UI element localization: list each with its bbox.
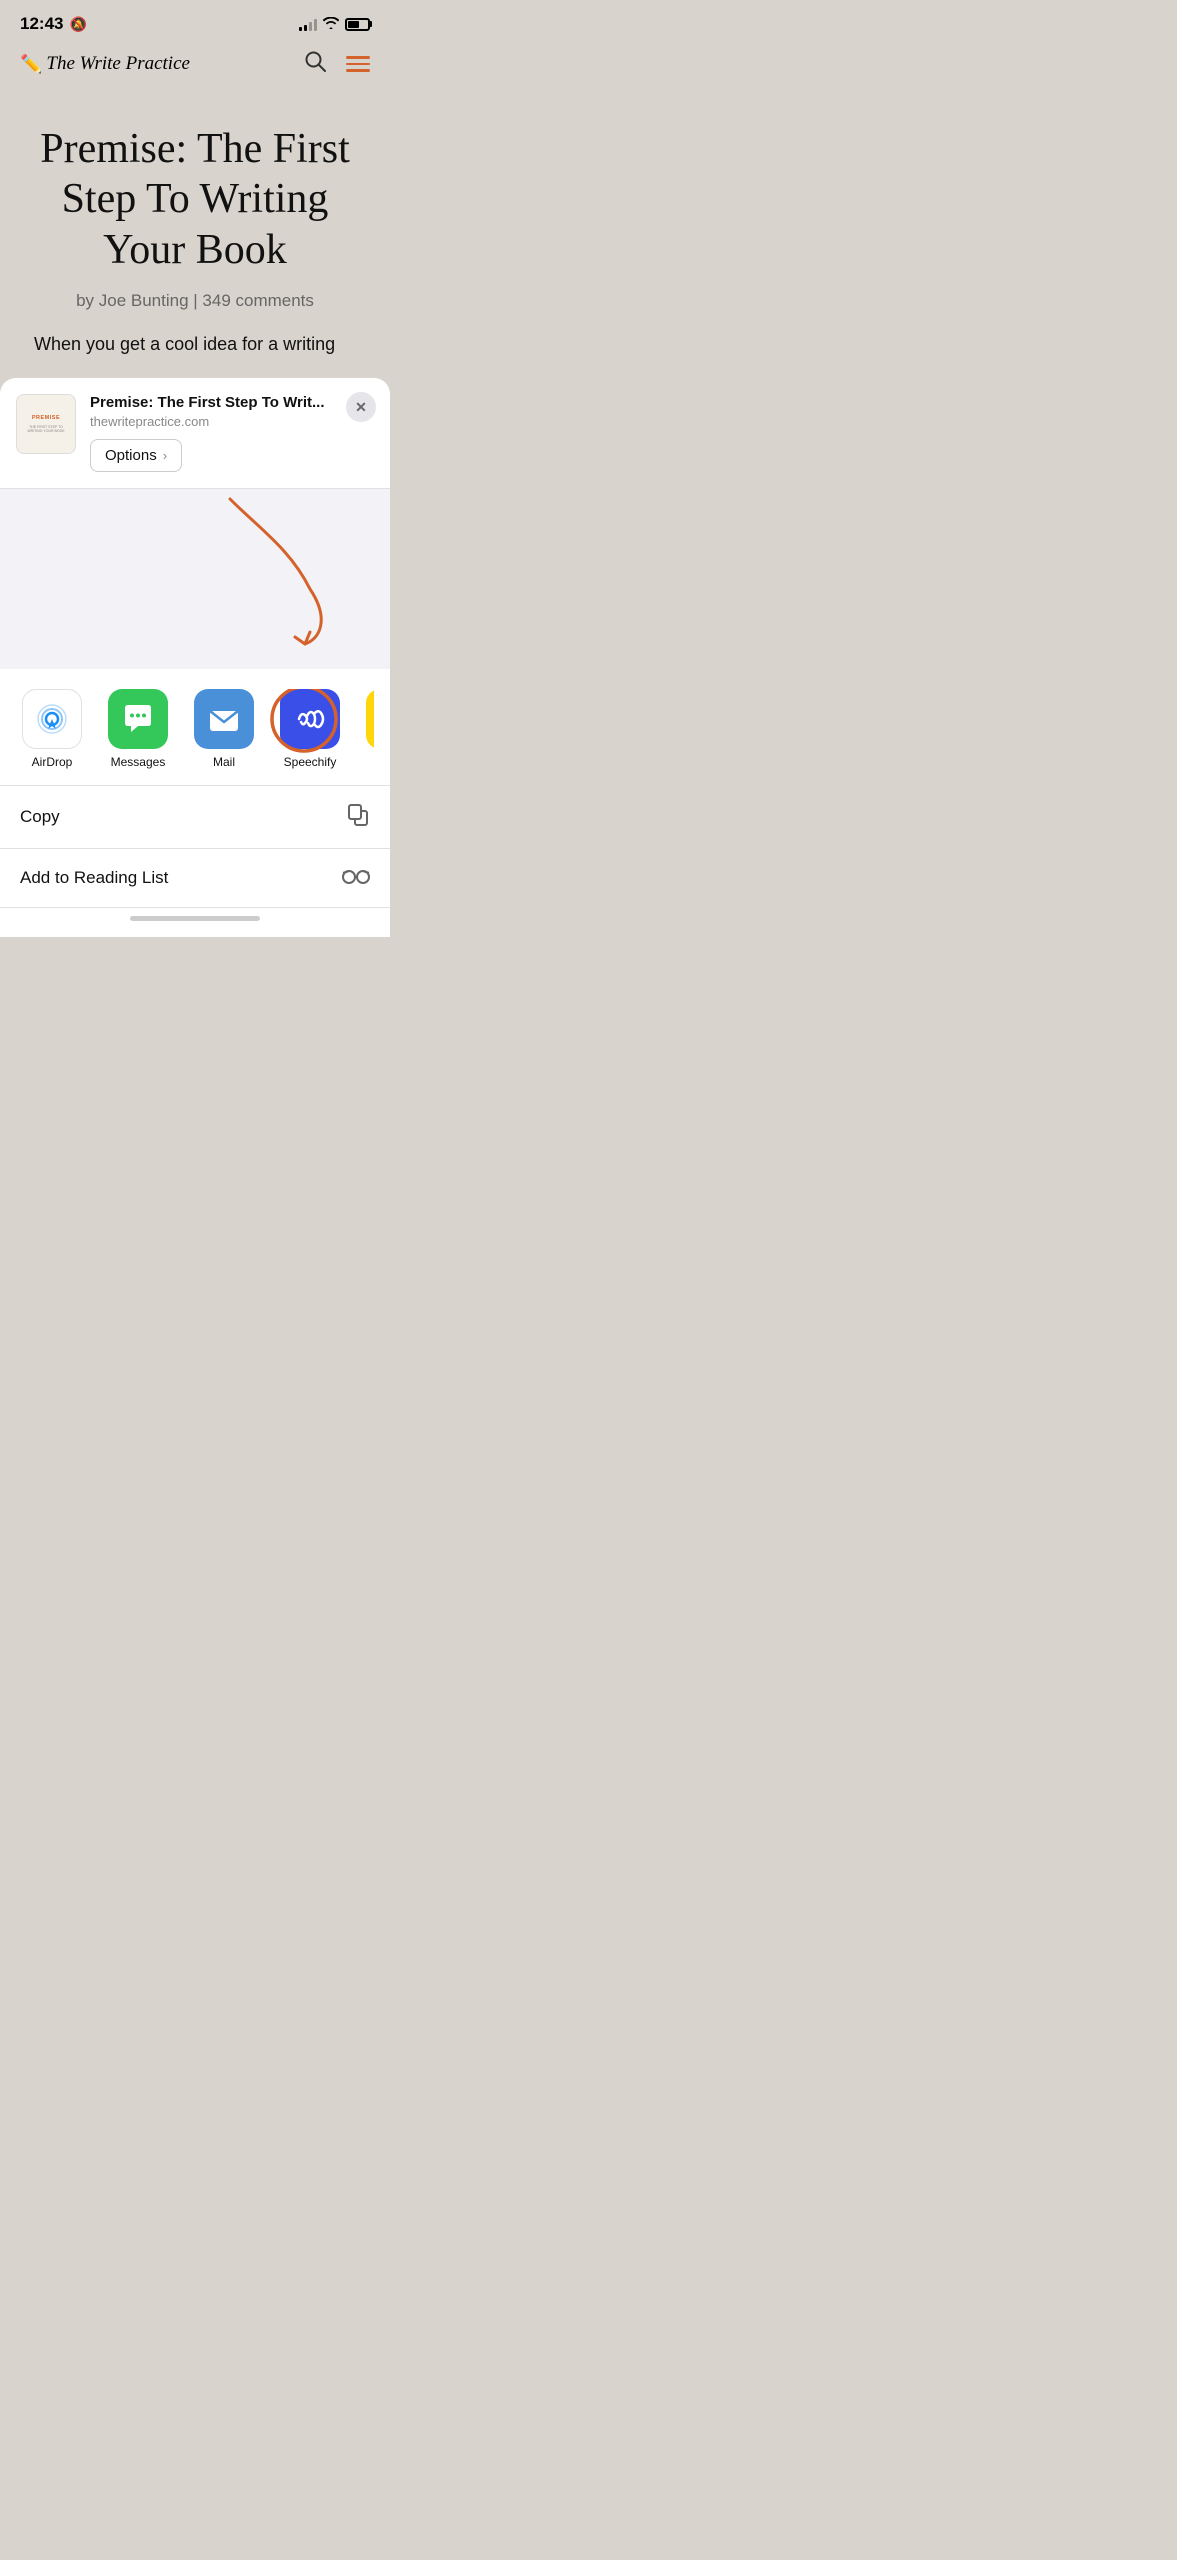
- share-app-speechify[interactable]: Speechify: [274, 689, 346, 769]
- logo-text: The Write Practice: [46, 53, 190, 75]
- share-app-mail[interactable]: Mail: [188, 689, 260, 769]
- article-title: Premise: The First Step To Writing Your …: [30, 124, 360, 275]
- article-excerpt: When you get a cool idea for a writing: [30, 331, 360, 358]
- signal-icon: [299, 17, 317, 31]
- share-actions-section: Copy Add to Reading List: [0, 786, 390, 908]
- pen-icon: ✏️: [20, 54, 42, 75]
- thumbnail-subtitle: THE FIRST STEP TO WRITING YOUR BOOK: [23, 425, 69, 433]
- annotation-area: [0, 489, 390, 669]
- share-close-button[interactable]: ✕: [346, 392, 376, 422]
- status-time: 12:43: [20, 14, 63, 34]
- share-title: Premise: The First Step To Writ...: [90, 394, 374, 411]
- share-sheet: PREMISE THE FIRST STEP TO WRITING YOUR B…: [0, 378, 390, 937]
- copy-action[interactable]: Copy: [0, 786, 390, 849]
- share-app-notes[interactable]: N...: [360, 689, 374, 769]
- nav-bar: ✏️ The Write Practice: [0, 42, 390, 94]
- share-apps-row: AirDrop Messages: [16, 689, 374, 769]
- glasses-icon: [342, 865, 370, 891]
- mail-label: Mail: [213, 755, 235, 769]
- search-nav-icon[interactable]: [304, 50, 326, 78]
- options-button[interactable]: Options ›: [90, 439, 182, 472]
- mail-icon: [194, 689, 254, 749]
- share-app-airdrop[interactable]: AirDrop: [16, 689, 88, 769]
- reading-list-label: Add to Reading List: [20, 868, 168, 888]
- site-logo: ✏️ The Write Practice: [20, 53, 190, 75]
- chevron-right-icon: ›: [163, 448, 167, 463]
- airdrop-icon: [22, 689, 82, 749]
- share-thumbnail: PREMISE THE FIRST STEP TO WRITING YOUR B…: [16, 394, 76, 454]
- home-indicator: [130, 916, 260, 921]
- messages-icon: [108, 689, 168, 749]
- notes-icon: [366, 689, 374, 749]
- share-app-messages[interactable]: Messages: [102, 689, 174, 769]
- menu-icon[interactable]: [346, 56, 370, 72]
- copy-icon: [346, 802, 370, 832]
- bell-icon: 🔕: [69, 16, 86, 33]
- share-apps-section: AirDrop Messages: [0, 669, 390, 786]
- speechify-label: Speechify: [284, 755, 337, 769]
- copy-label: Copy: [20, 807, 60, 827]
- share-header: PREMISE THE FIRST STEP TO WRITING YOUR B…: [0, 378, 390, 489]
- article-meta: by Joe Bunting | 349 comments: [30, 291, 360, 311]
- nav-icons: [304, 50, 370, 78]
- options-label: Options: [105, 447, 157, 464]
- wifi-icon: [323, 16, 339, 32]
- battery-icon: [345, 18, 370, 31]
- home-indicator-area: [0, 908, 390, 937]
- reading-list-action[interactable]: Add to Reading List: [0, 849, 390, 908]
- status-bar: 12:43 🔕: [0, 0, 390, 42]
- speechify-icon: [280, 689, 340, 749]
- thumbnail-title: PREMISE: [32, 415, 60, 421]
- hero-section: Premise: The First Step To Writing Your …: [0, 94, 390, 378]
- share-info: Premise: The First Step To Writ... thewr…: [90, 394, 374, 472]
- share-url: thewritepractice.com: [90, 414, 374, 429]
- status-icons: [299, 16, 370, 32]
- messages-label: Messages: [111, 755, 166, 769]
- airdrop-label: AirDrop: [32, 755, 73, 769]
